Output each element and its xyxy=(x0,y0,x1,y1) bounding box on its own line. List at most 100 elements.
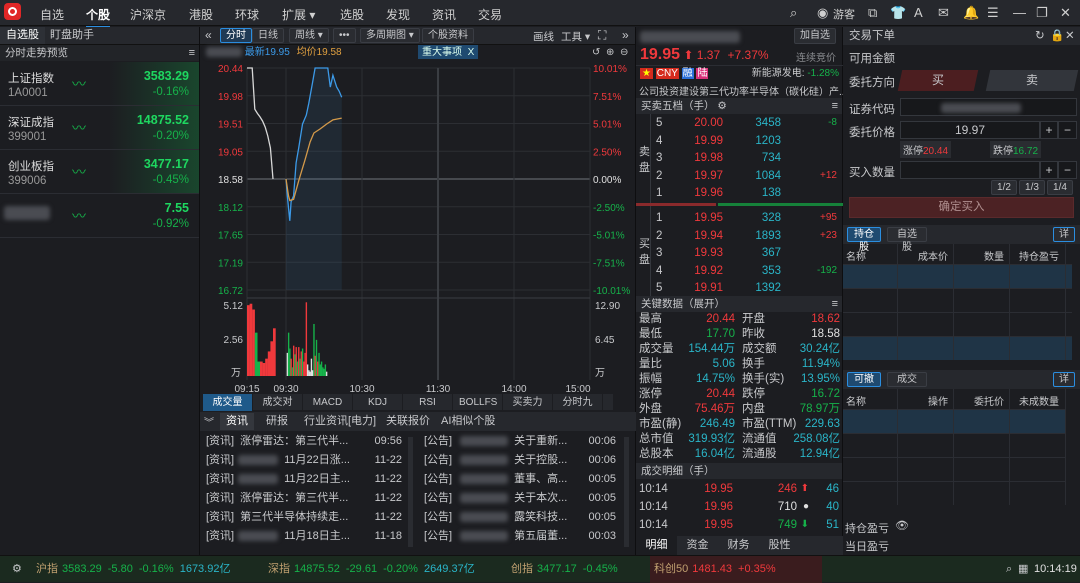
ask-row[interactable]: 5 20.00 3458 -8 xyxy=(636,114,843,132)
table-tab[interactable]: 成交 xyxy=(887,372,927,387)
tools-dropdown[interactable]: 工具 ▾ xyxy=(561,29,590,44)
collapse-news-icon[interactable]: ︾ xyxy=(204,414,214,429)
indicator-tab[interactable]: RSI xyxy=(403,394,453,411)
menu-icon[interactable]: ≡ xyxy=(832,296,838,312)
close-icon[interactable]: ✕ xyxy=(1065,27,1075,45)
ask-row[interactable]: 1 19.96 138 xyxy=(636,184,843,202)
collapse-right-icon[interactable]: » xyxy=(622,28,629,42)
toolbar-multi-period[interactable]: 多周期图 ▾ xyxy=(360,28,420,43)
quote-tab[interactable]: 股性 xyxy=(759,536,800,555)
indicator-tab[interactable]: 买卖力道 xyxy=(503,394,553,425)
limit-down-info[interactable]: 跌停16.72 xyxy=(990,141,1042,158)
price-decrease-button[interactable]: − xyxy=(1058,121,1077,139)
bid-row[interactable]: 3 19.93 367 xyxy=(636,244,843,262)
eye-icon[interactable]: 👁 xyxy=(895,519,909,532)
tab-watchlist[interactable]: 自选股 xyxy=(0,27,45,44)
news-tab[interactable]: 行业资讯[电力] xyxy=(298,413,382,430)
status-index[interactable]: 深指 14875.52 -29.61 -0.20% 2649.37亿 xyxy=(268,556,475,583)
major-events-tag[interactable]: 重大事项 X xyxy=(418,45,479,59)
font-icon[interactable]: A xyxy=(914,5,923,20)
news-tab[interactable]: AI相似个股 xyxy=(435,413,501,430)
security-code-input[interactable] xyxy=(900,98,1077,116)
news-item[interactable]: [资讯] 涨停雷达：第三代半... 09:56 xyxy=(206,432,402,451)
close-events-icon[interactable]: X xyxy=(468,47,475,58)
table-tab[interactable]: 自选股 xyxy=(887,227,927,253)
table-row[interactable] xyxy=(843,409,1065,433)
news-item[interactable]: [资讯] 涨停雷达：第三代半... 11-22 xyxy=(206,489,402,508)
news-item[interactable]: [资讯] 11月22日主... 11-22 xyxy=(206,470,402,489)
table-row[interactable] xyxy=(843,312,1072,336)
limit-up-info[interactable]: 涨停20.44 xyxy=(900,141,952,158)
refresh-icon[interactable]: ↻ xyxy=(1035,27,1045,45)
table-tab[interactable]: 持仓股 xyxy=(847,227,881,253)
nav-3[interactable]: 港股 xyxy=(189,6,213,23)
menu-icon[interactable]: ≡ xyxy=(189,45,195,61)
nav-6[interactable]: 选股 xyxy=(340,6,364,23)
toolbar-more[interactable]: ••• xyxy=(333,28,356,43)
quantity-decrease-button[interactable]: − xyxy=(1058,161,1077,179)
lock-icon[interactable]: 🔒 xyxy=(1050,27,1064,45)
search-icon[interactable]: ⌕ xyxy=(790,5,797,21)
bid-row[interactable]: 1 19.95 328 +95 xyxy=(636,209,843,227)
menu-icon[interactable]: ≡ xyxy=(832,98,838,114)
announcement-item[interactable]: [公告] 关于本次... 00:05 xyxy=(424,489,616,508)
table-row[interactable] xyxy=(843,457,1065,481)
popout-icon[interactable]: ⧉ xyxy=(868,5,877,21)
announcement-item[interactable]: [公告] 关于控股... 00:06 xyxy=(424,451,616,470)
nav-0[interactable]: 自选 xyxy=(40,6,64,23)
nav-2[interactable]: 沪深京 xyxy=(130,6,166,23)
sell-button[interactable]: 卖 xyxy=(985,70,1079,91)
collapse-left-icon[interactable]: « xyxy=(205,28,212,42)
news-tab[interactable]: 资讯 xyxy=(220,413,254,430)
nav-5[interactable]: 扩展 ▾ xyxy=(282,6,315,23)
index-item[interactable]: 深证成指 399001 〰 14875.52 -0.20% xyxy=(0,106,199,150)
quote-tab[interactable]: 财务 xyxy=(718,536,759,555)
user-name[interactable]: 游客 xyxy=(833,6,855,22)
fraction-button[interactable]: 1/3 xyxy=(1019,180,1045,195)
status-index[interactable]: 创指 3477.17 -0.45% xyxy=(511,556,624,583)
nav-8[interactable]: 资讯 xyxy=(432,6,456,23)
user-icon[interactable]: ◉ xyxy=(817,5,828,21)
indicator-tab[interactable]: MACD xyxy=(303,394,353,411)
minimize-icon[interactable]: — xyxy=(1013,5,1026,20)
news-item[interactable]: [资讯] 第三代半导体持续走... 11-22 xyxy=(206,508,402,527)
bid-row[interactable]: 2 19.94 1893 +23 xyxy=(636,227,843,245)
intraday-chart[interactable]: 20.44 10.01% 19.98 7.51% 19.51 5.01% 19.05 2.50… xyxy=(200,60,636,421)
table-row[interactable] xyxy=(843,433,1065,457)
index-item[interactable]: 创业板指 399006 〰 3477.17 -0.45% xyxy=(0,150,199,194)
buy-quantity-input[interactable] xyxy=(900,161,1040,179)
nav-4[interactable]: 环球 xyxy=(235,6,259,23)
table-row[interactable] xyxy=(843,288,1072,312)
zoom-in-icon[interactable]: ⊕ xyxy=(606,45,614,60)
quantity-increase-button[interactable]: + xyxy=(1040,161,1058,179)
announcement-item[interactable]: [公告] 董事、高... 00:05 xyxy=(424,470,616,489)
toolbar-daily[interactable]: 日线 xyxy=(252,28,284,43)
news-item[interactable]: [资讯] 11月18日主... 11-18 xyxy=(206,527,402,546)
list-icon[interactable]: ☰ xyxy=(987,5,999,21)
settings-icon[interactable]: ⚙ xyxy=(717,100,726,112)
status-index[interactable]: 科创50 1481.43 +0.35% xyxy=(650,556,822,583)
quote-tab[interactable]: 明细 xyxy=(636,536,677,555)
news-tab[interactable]: 研报 xyxy=(260,413,294,430)
indicator-tab[interactable]: 成交对比 xyxy=(253,394,303,425)
index-item[interactable]: 〰 7.55 -0.92% xyxy=(0,194,199,238)
toolbar-intraday[interactable]: 分时 xyxy=(220,28,252,43)
ask-row[interactable]: 4 19.99 1203 xyxy=(636,132,843,150)
add-watchlist-button[interactable]: 加自选 xyxy=(794,28,836,44)
announcement-item[interactable]: [公告] 关于重新... 00:06 xyxy=(424,432,616,451)
reset-icon[interactable]: ↺ xyxy=(592,45,600,60)
quote-tab[interactable]: 资金 xyxy=(677,536,718,555)
search-icon[interactable]: ⌕ xyxy=(1006,556,1012,583)
company-desc[interactable]: 公司投资建设第三代功率半导体（碳化硅）产... xyxy=(639,83,847,98)
table-row[interactable] xyxy=(843,264,1072,288)
draw-line-button[interactable]: 画线 xyxy=(533,29,554,44)
settings-icon[interactable]: ⚙ xyxy=(12,556,22,583)
app-logo[interactable] xyxy=(4,3,21,20)
ask-row[interactable]: 2 19.97 1084 +12 xyxy=(636,167,843,185)
indicator-tab[interactable]: KDJ xyxy=(353,394,403,411)
bid-row[interactable]: 5 19.91 1392 xyxy=(636,279,843,297)
nav-9[interactable]: 交易 xyxy=(478,6,502,23)
announcement-item[interactable]: [公告] 第五届董... 00:03 xyxy=(424,527,616,546)
bell-icon[interactable]: 🔔 xyxy=(963,5,979,21)
order-price-input[interactable]: 19.97 xyxy=(900,121,1040,139)
